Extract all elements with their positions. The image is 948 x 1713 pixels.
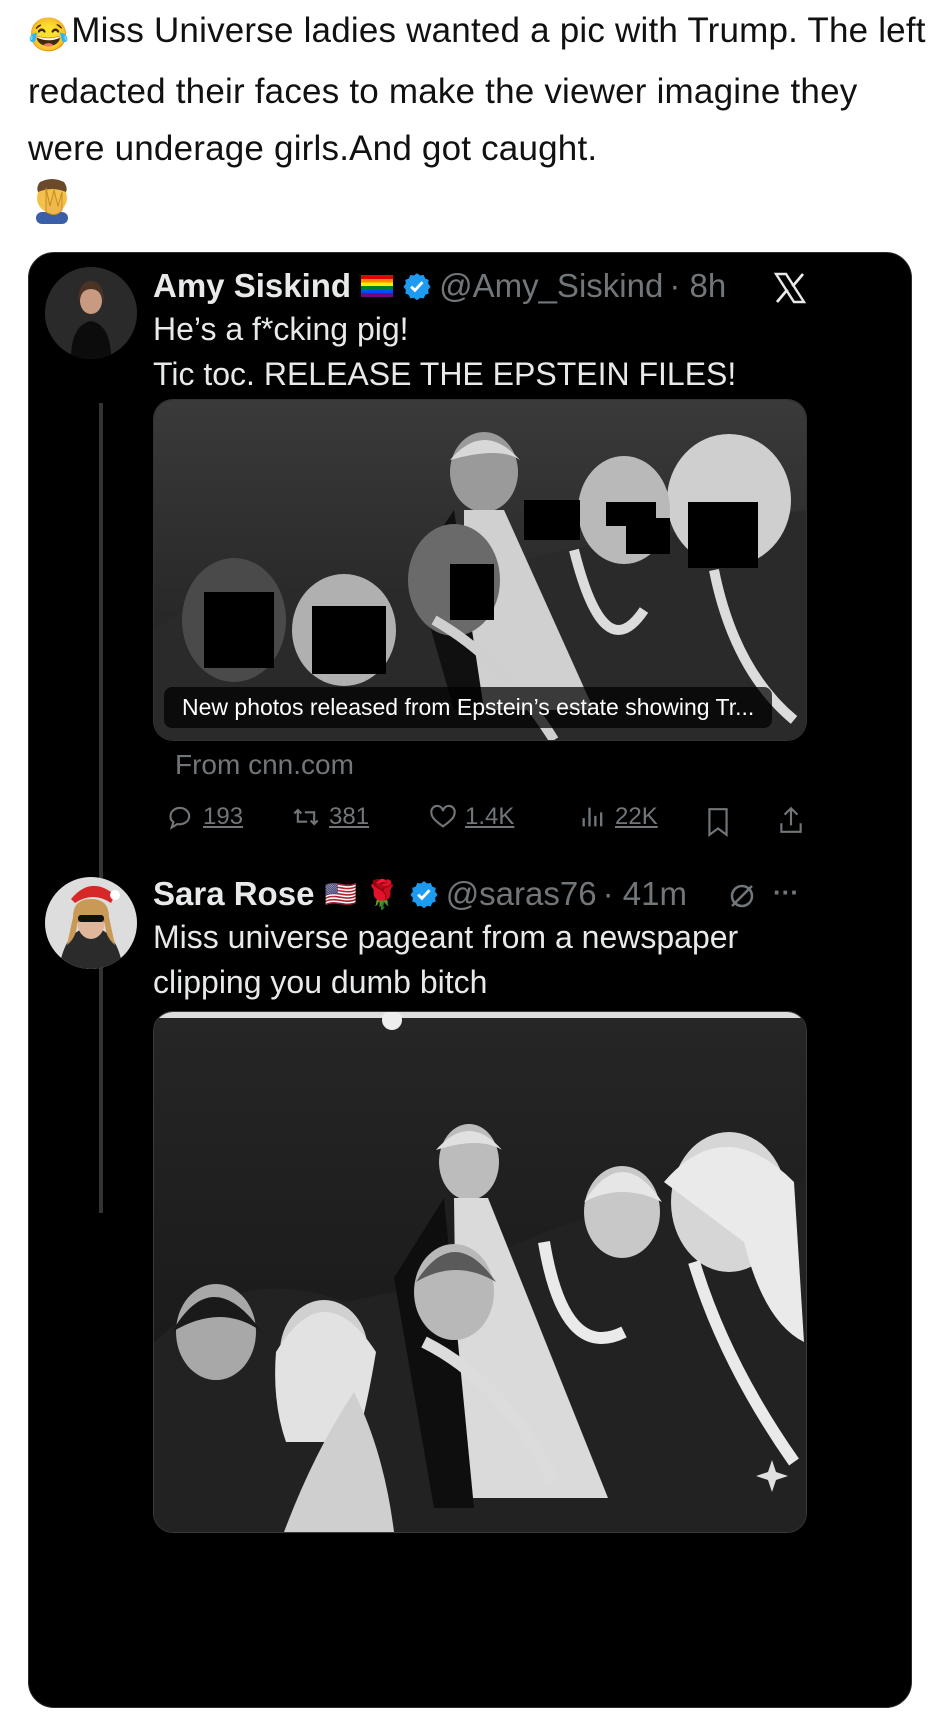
repost-button[interactable]: 381	[291, 803, 369, 831]
avatar[interactable]	[45, 877, 137, 969]
repost-count: 381	[329, 803, 370, 830]
link-source[interactable]: From cnn.com	[175, 749, 354, 781]
timestamp[interactable]: · 41m	[603, 875, 687, 913]
tweet2-text: Miss universe pageant from a newspaper c…	[153, 919, 739, 1000]
link-card-title[interactable]: New photos released from Epstein’s estat…	[164, 687, 773, 728]
share-icon[interactable]	[777, 805, 805, 835]
reply-count: 193	[203, 803, 244, 830]
rose-emoji: 🌹	[364, 878, 400, 910]
tweet1-line1: He’s a f*cking pig!	[153, 311, 409, 347]
tweet1-link-image[interactable]: New photos released from Epstein’s estat…	[153, 399, 807, 741]
facepalm-emoji-icon	[36, 179, 68, 224]
tweet2-photo[interactable]	[153, 1011, 807, 1533]
views-icon	[582, 807, 603, 827]
tweet2-header: Sara Rose 🇺🇸 🌹 @saras76 · 41m	[153, 871, 687, 917]
author-name[interactable]: Amy Siskind	[153, 267, 351, 305]
x-logo-icon[interactable]	[773, 271, 807, 305]
author-name[interactable]: Sara Rose	[153, 875, 314, 913]
verified-badge-icon	[403, 273, 431, 300]
tweet1-actions: 193 381 1.4K 22K	[167, 803, 887, 843]
heart-icon	[430, 804, 456, 828]
tweet1-header: Amy Siskind @Amy_Siskind · 8h	[153, 263, 726, 309]
us-flag-emoji: 🇺🇸	[324, 878, 357, 909]
author-handle[interactable]: @Amy_Siskind	[439, 267, 663, 305]
embedded-tweet-card[interactable]: Amy Siskind @Amy_Siskind · 8h He’s a f*c…	[28, 252, 912, 1708]
caption-text: Miss Universe ladies wanted a pic with T…	[28, 11, 926, 168]
like-count: 1.4K	[465, 803, 515, 830]
rainbow-flag-icon	[361, 275, 394, 297]
repost-icon	[293, 808, 319, 826]
tweet1-text: He’s a f*cking pig! Tic toc. RELEASE THE…	[153, 307, 873, 397]
author-handle[interactable]: @saras76	[446, 875, 597, 913]
post-caption: 😂Miss Universe ladies wanted a pic with …	[28, 2, 928, 177]
like-button[interactable]: 1.4K	[429, 803, 514, 831]
thread-line	[99, 403, 103, 1213]
verified-badge-icon	[410, 881, 438, 908]
views-button[interactable]: 22K	[579, 803, 658, 831]
newspaper-photo	[154, 1012, 806, 1532]
reply-button[interactable]: 193	[167, 803, 243, 831]
timestamp[interactable]: · 8h	[669, 267, 726, 305]
reply-icon	[169, 806, 191, 830]
bookmark-icon[interactable]	[705, 807, 731, 837]
tweet1-line2: Tic toc. RELEASE THE EPSTEIN FILES!	[153, 356, 737, 392]
avatar[interactable]	[45, 267, 137, 359]
grok-icon[interactable]	[727, 881, 757, 911]
more-options-button[interactable]: ···	[773, 877, 799, 908]
redaction-box	[524, 500, 580, 540]
laughing-emoji: 😂	[28, 16, 70, 53]
view-count: 22K	[615, 803, 658, 830]
